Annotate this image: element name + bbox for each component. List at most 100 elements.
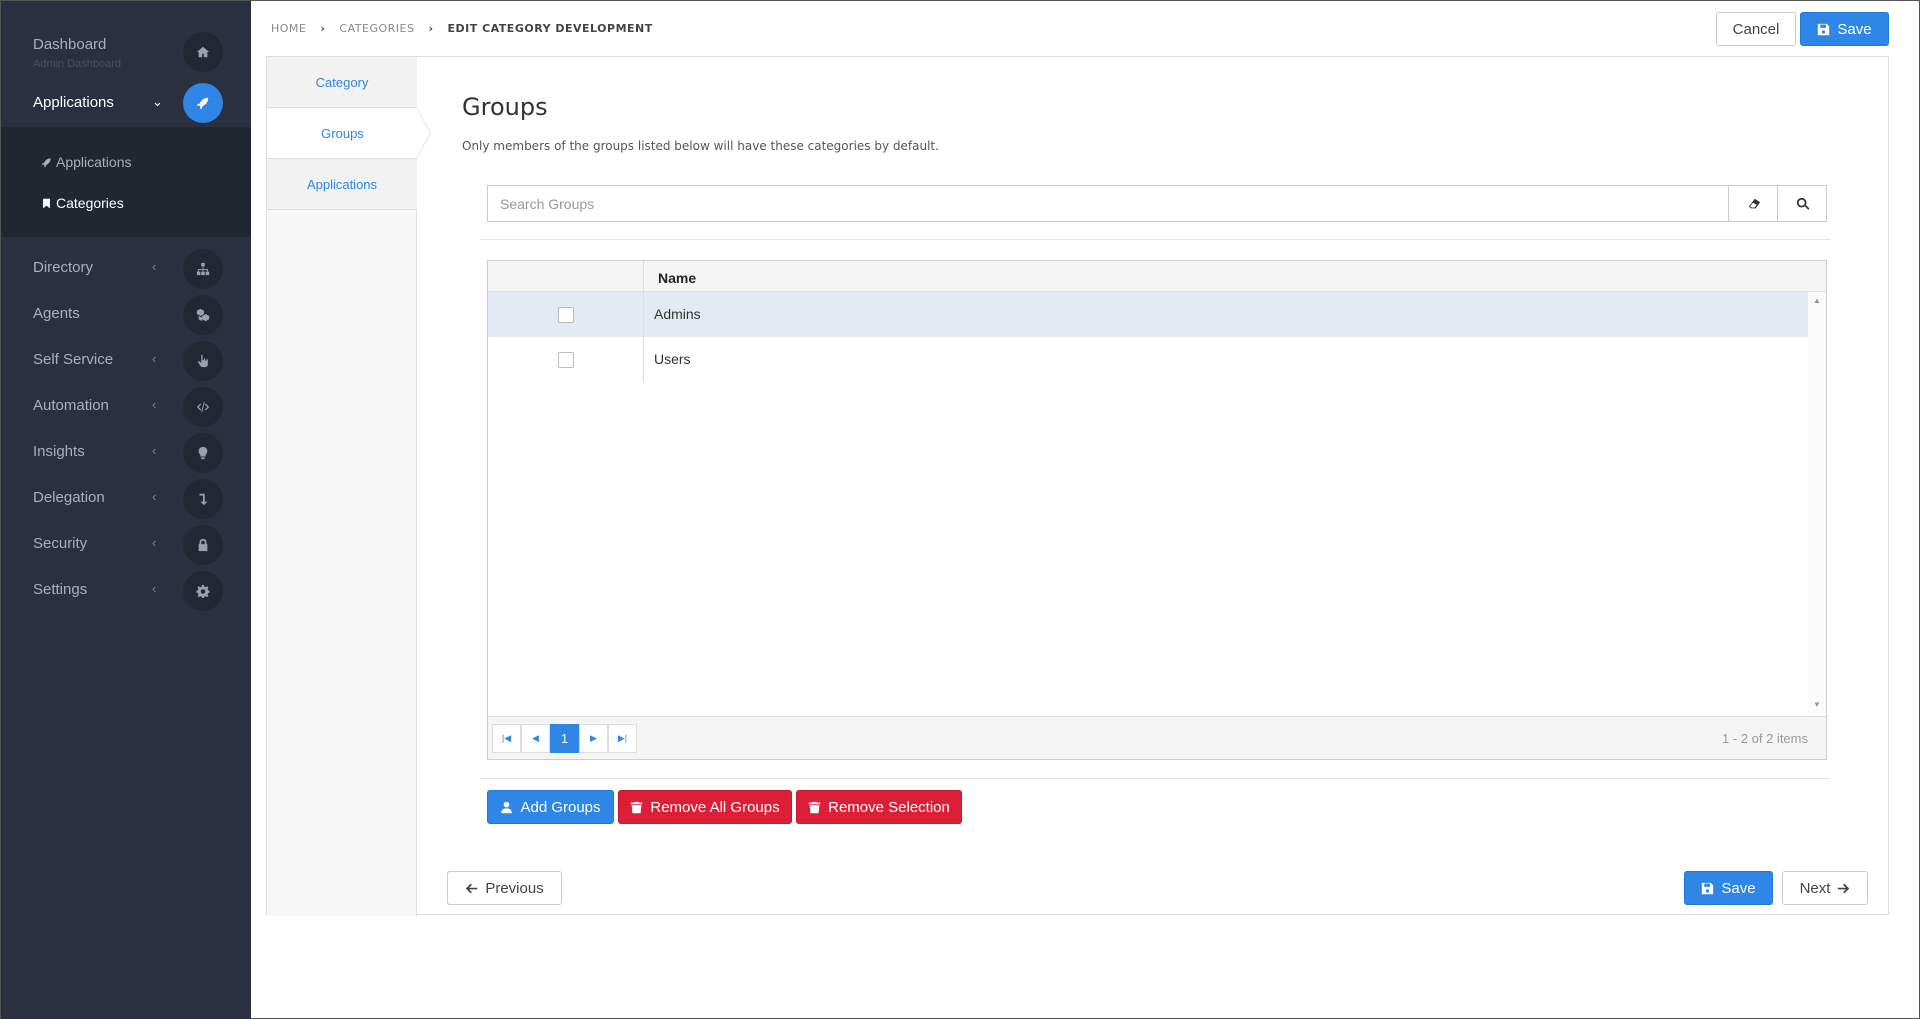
sidebar-subitem-label: Applications (56, 154, 132, 170)
clear-search-button[interactable] (1728, 186, 1778, 221)
next-button[interactable]: Next (1782, 871, 1868, 905)
active-tab-arrow-fill (417, 109, 430, 157)
row-select-cell (488, 337, 644, 382)
grid-pager: |◀ ◀ 1 ▶ ▶| 1 - 2 of 2 items (488, 716, 1826, 759)
page-description: Only members of the groups listed below … (462, 139, 939, 153)
search-icon (1796, 197, 1809, 210)
sidebar-item-label: Directory (33, 259, 94, 276)
sidebar-subitem-categories[interactable]: Categories (41, 195, 124, 211)
scroll-up-icon[interactable]: ▲ (1813, 296, 1821, 305)
sidebar-item-label: Automation (33, 397, 109, 414)
current-page-button[interactable]: 1 (550, 724, 579, 753)
next-page-icon: ▶ (590, 733, 597, 743)
page-title: Groups (462, 93, 548, 121)
first-page-button[interactable]: |◀ (492, 724, 521, 753)
breadcrumb-home[interactable]: HOME (271, 22, 306, 35)
search-button[interactable] (1777, 186, 1827, 221)
grid-header: Name (488, 261, 1826, 292)
chevron-left-icon: ‹ (152, 351, 157, 366)
tab-label: Groups (321, 125, 364, 141)
chevron-left-icon: ‹ (152, 581, 157, 596)
footer-save-button[interactable]: Save (1684, 871, 1773, 905)
rocket-icon (41, 157, 51, 167)
select-column-header (488, 261, 644, 292)
last-page-button[interactable]: ▶| (608, 724, 637, 753)
chevron-left-icon: ‹ (152, 489, 157, 504)
search-input[interactable] (488, 186, 1728, 221)
tab-groups[interactable]: Groups (267, 108, 418, 159)
breadcrumb-current: EDIT CATEGORY DEVELOPMENT (447, 22, 653, 35)
home-icon (183, 32, 223, 72)
sidebar-subitem-applications[interactable]: Applications (41, 154, 132, 170)
sidebar-item-directory[interactable]: Directory ‹ (1, 246, 251, 292)
user-icon (501, 801, 513, 813)
cancel-button[interactable]: Cancel (1716, 12, 1796, 46)
sidebar-item-settings[interactable]: Settings ‹ (1, 568, 251, 614)
save-button-label: Save (1721, 879, 1756, 897)
row-checkbox[interactable] (558, 352, 574, 368)
chevron-left-icon: ‹ (152, 397, 157, 412)
trash-icon (808, 801, 821, 813)
hand-pointer-icon (183, 341, 223, 381)
arrow-left-icon (466, 883, 478, 893)
sidebar-item-delegation[interactable]: Delegation ‹ (1, 476, 251, 522)
grid-scrollbar[interactable]: ▲ ▼ (1808, 292, 1826, 713)
row-select-cell (488, 292, 644, 337)
chevron-right-icon: › (428, 22, 434, 35)
next-button-label: Next (1799, 879, 1831, 897)
remove-selection-button[interactable]: Remove Selection (796, 790, 962, 824)
search-bar (487, 185, 1827, 222)
add-groups-label: Add Groups (520, 798, 601, 816)
sidebar-item-dashboard[interactable]: Dashboard Admin Dashboard (1, 30, 251, 76)
sidebar-item-automation[interactable]: Automation ‹ (1, 384, 251, 430)
sidebar-item-agents[interactable]: Agents (1, 292, 251, 338)
sidebar-item-security[interactable]: Security ‹ (1, 522, 251, 568)
table-row[interactable]: Users (488, 337, 1808, 382)
previous-button[interactable]: Previous (447, 871, 562, 905)
chevron-down-icon: ⌄ (152, 94, 163, 109)
scroll-down-icon[interactable]: ▼ (1813, 700, 1821, 709)
save-icon (1702, 882, 1714, 894)
rocket-icon (183, 83, 223, 123)
sidebar-item-label: Security (33, 535, 88, 552)
table-row[interactable]: Admins (488, 292, 1808, 337)
add-groups-button[interactable]: Add Groups (487, 790, 614, 824)
next-page-button[interactable]: ▶ (579, 724, 608, 753)
last-page-icon: ▶| (617, 733, 628, 743)
trash-icon (631, 801, 643, 813)
tab-applications[interactable]: Applications (267, 159, 417, 210)
sidebar-item-applications[interactable]: Applications ⌄ (1, 81, 251, 127)
sidebar-item-label: Applications (33, 94, 114, 111)
previous-page-button[interactable]: ◀ (521, 724, 550, 753)
header-save-button[interactable]: Save (1800, 12, 1889, 46)
remove-all-groups-label: Remove All Groups (650, 798, 780, 816)
tab-label: Category (315, 74, 369, 90)
save-button-label: Save (1837, 20, 1872, 38)
wizard-tabs: Category Groups Applications (267, 57, 418, 916)
gear-icon (183, 571, 223, 611)
sidebar-item-insights[interactable]: Insights ‹ (1, 430, 251, 476)
sidebar-item-label: Delegation (33, 489, 105, 506)
pager-info: 1 - 2 of 2 items (1722, 731, 1808, 746)
sidebar-subitem-label: Categories (56, 195, 124, 211)
tab-category[interactable]: Category (267, 57, 417, 108)
remove-selection-label: Remove Selection (828, 798, 950, 816)
sidebar: Dashboard Admin Dashboard Applications ⌄… (1, 1, 251, 1019)
name-column-header[interactable]: Name (658, 270, 696, 286)
sidebar-item-label: Insights (33, 443, 85, 460)
row-checkbox[interactable] (558, 307, 574, 323)
chevron-left-icon: ‹ (152, 443, 157, 458)
eraser-icon (1748, 198, 1760, 208)
sidebar-item-self-service[interactable]: Self Service ‹ (1, 338, 251, 384)
chevron-right-icon: › (320, 22, 326, 35)
previous-button-label: Previous (485, 879, 544, 897)
sidebar-submenu: Applications Categories (1, 127, 251, 237)
cubes-icon (183, 295, 223, 335)
previous-page-icon: ◀ (532, 733, 539, 743)
breadcrumb-categories[interactable]: CATEGORIES (339, 22, 414, 35)
remove-all-groups-button[interactable]: Remove All Groups (618, 790, 792, 824)
sidebar-item-sublabel: Admin Dashboard (33, 58, 122, 70)
sidebar-item-label: Dashboard (33, 36, 107, 53)
save-icon (1818, 23, 1830, 35)
divider (480, 239, 1830, 240)
